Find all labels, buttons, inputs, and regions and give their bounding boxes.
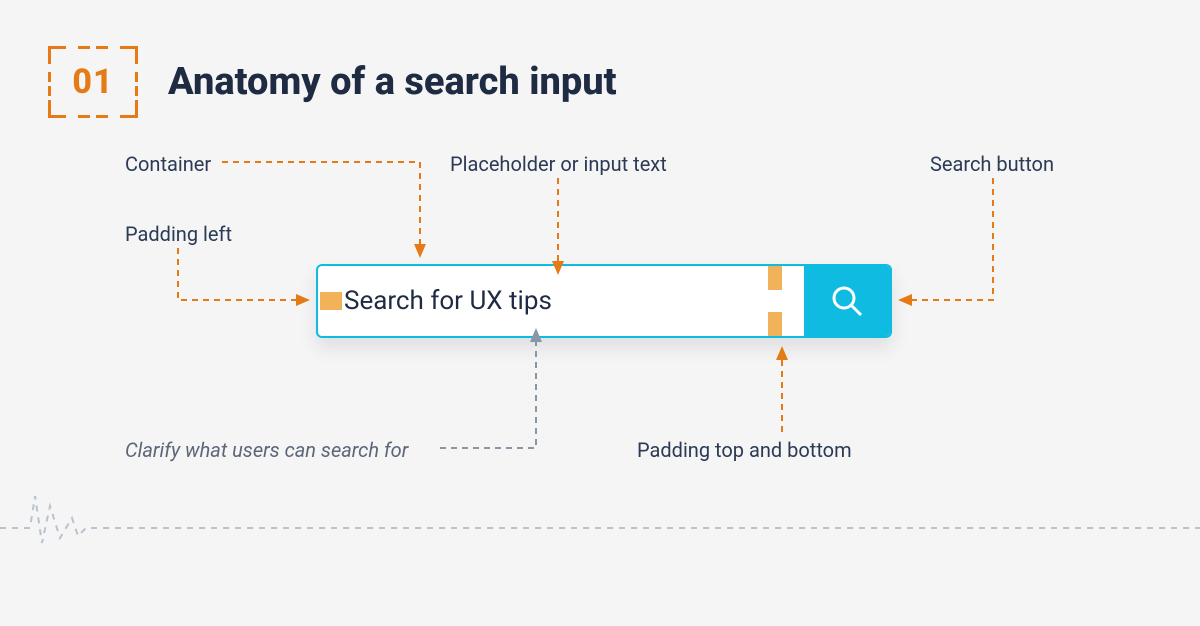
label-placeholder: Placeholder or input text (450, 152, 667, 176)
label-container: Container (125, 152, 211, 176)
header: 01 Anatomy of a search input (48, 46, 617, 118)
label-padding-left: Padding left (125, 222, 232, 246)
search-button[interactable] (804, 266, 890, 336)
search-input[interactable]: Search for UX tips (342, 286, 768, 316)
label-clarify-hint: Clarify what users can search for (125, 438, 408, 462)
section-number-frame: 01 (48, 46, 138, 118)
search-container: Search for UX tips (316, 264, 892, 338)
padding-vertical-highlight (768, 266, 788, 336)
label-padding-top-bottom: Padding top and bottom (637, 438, 852, 462)
label-search-button: Search button (930, 152, 1054, 176)
page-title: Anatomy of a search input (168, 60, 617, 104)
decorative-waveform (0, 488, 1200, 548)
section-number: 01 (72, 62, 113, 102)
search-icon (828, 282, 866, 320)
padding-left-highlight (320, 292, 342, 310)
